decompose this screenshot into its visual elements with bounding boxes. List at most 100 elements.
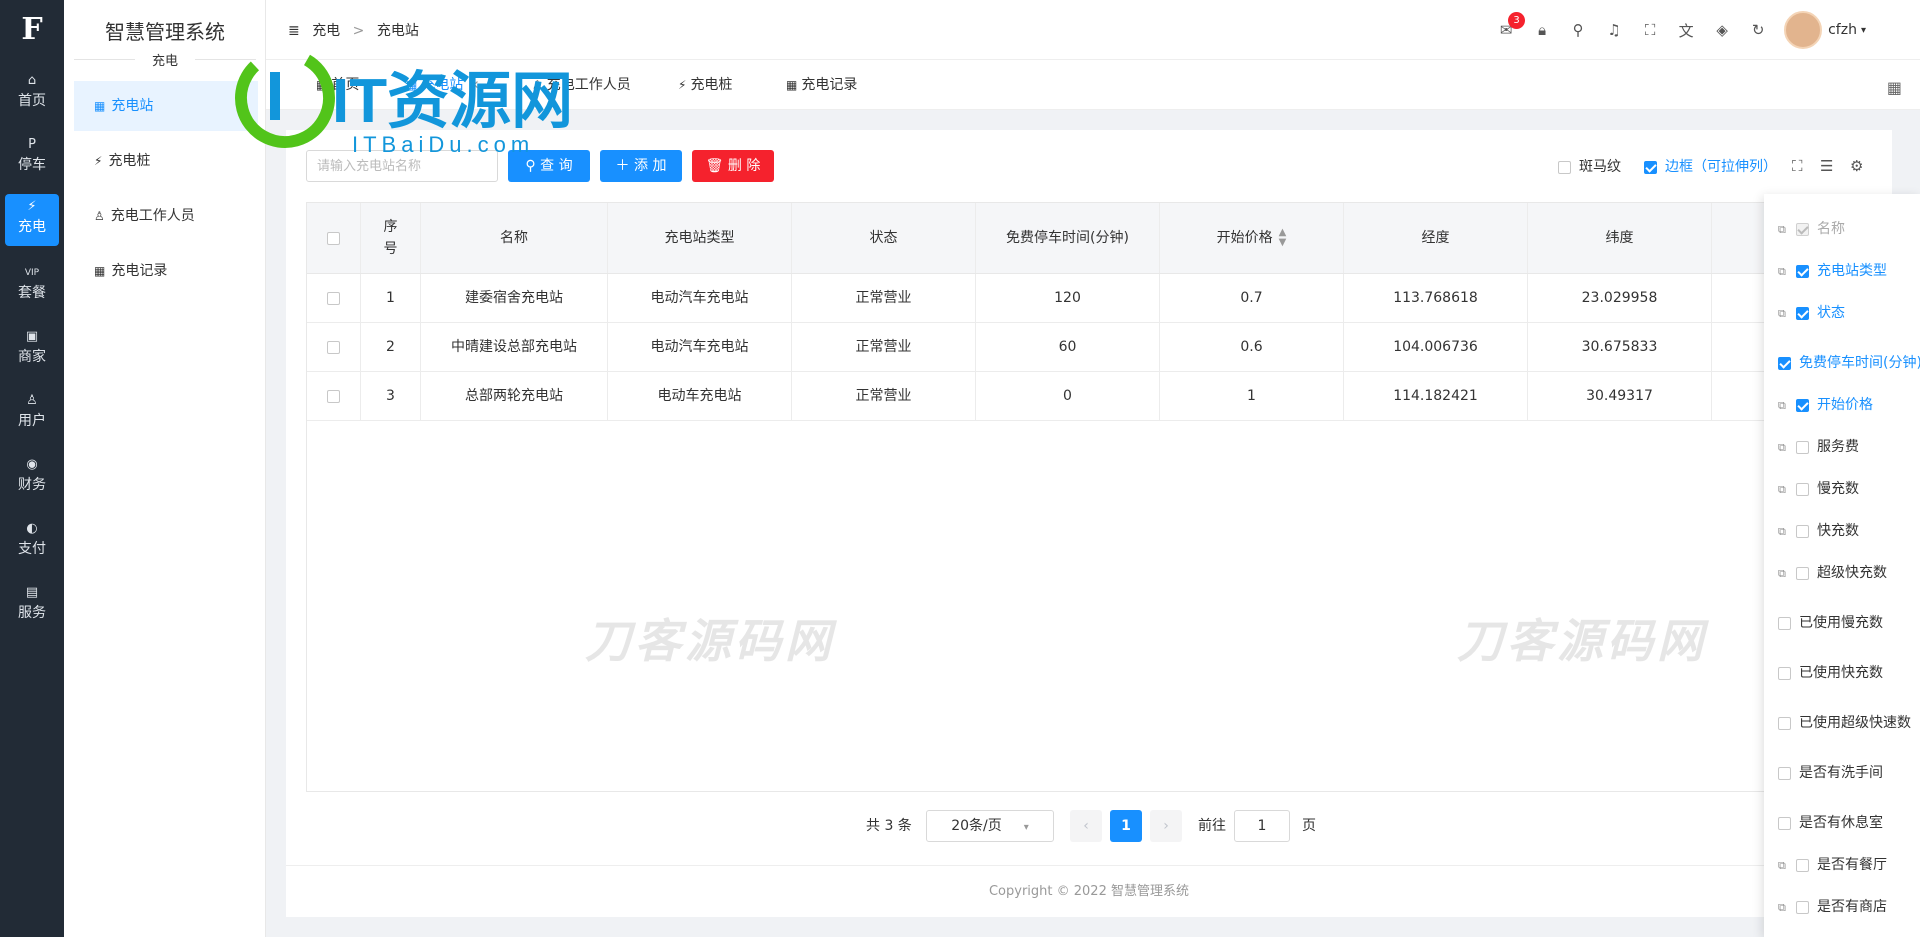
select-all-checkbox[interactable] — [327, 231, 340, 245]
delete-button[interactable]: 🗑︎ 删 除 — [692, 150, 774, 182]
column-option[interactable]: ⧉ 服务费 — [1778, 436, 1859, 456]
chevron-down-icon[interactable]: ▾ — [1861, 25, 1866, 36]
drag-handle-icon[interactable]: ⧉ — [1778, 901, 1790, 915]
column-checkbox[interactable] — [1796, 482, 1809, 496]
page-size-select[interactable]: 20条/页 ▾ — [926, 810, 1054, 842]
fullscreen-table-icon[interactable]: ⛶ — [1792, 157, 1803, 175]
column-option[interactable]: 已使用超级快速数 — [1778, 712, 1911, 732]
rail-item-package[interactable]: VIP 套餐 — [5, 260, 59, 312]
tab-pile[interactable]: ⚡ 充电桩 — [678, 60, 732, 110]
column-checkbox[interactable] — [1778, 716, 1791, 730]
fullscreen-icon[interactable]: ⛶ — [1632, 21, 1668, 39]
lock-icon[interactable]: 🔒︎ — [1524, 21, 1560, 39]
rail-item-finance[interactable]: ◉ 财务 — [5, 452, 59, 504]
column-checkbox[interactable] — [1796, 398, 1809, 412]
tab-record[interactable]: ▦ 充电记录 — [786, 60, 857, 110]
rail-item-user[interactable]: ♙ 用户 — [5, 388, 59, 440]
column-checkbox[interactable] — [1778, 766, 1791, 780]
column-checkbox[interactable] — [1796, 858, 1809, 872]
column-option[interactable]: ⧉ 快充数 — [1778, 520, 1859, 540]
density-icon[interactable]: ☰ — [1820, 157, 1833, 175]
column-settings-icon[interactable]: ⚙ — [1850, 157, 1863, 175]
grid-menu-icon[interactable]: ▦ — [1887, 78, 1902, 97]
column-checkbox[interactable] — [1796, 264, 1809, 278]
table-row[interactable]: 3 总部两轮充电站 电动车充电站 正常营业 0 1 114.182421 30.… — [307, 372, 1875, 421]
border-checkbox[interactable] — [1644, 160, 1657, 174]
drag-handle-icon[interactable]: ⧉ — [1778, 399, 1790, 413]
tab-station[interactable]: ▦ 充电站 ✕ — [406, 60, 479, 110]
bell-icon[interactable]: ♫ — [1596, 21, 1632, 39]
rail-item-parking[interactable]: P 停车 — [5, 132, 59, 184]
border-toggle[interactable]: 边框（可拉伸列） — [1644, 156, 1777, 176]
sidebar-item-station[interactable]: ▦ 充电站 — [74, 81, 258, 131]
column-checkbox[interactable] — [1796, 306, 1809, 320]
column-option[interactable]: 是否有休息室 — [1778, 812, 1883, 832]
breadcrumb-item-charging[interactable]: 充电 — [312, 23, 340, 39]
page-number-current[interactable]: 1 — [1110, 810, 1142, 842]
column-checkbox[interactable] — [1778, 356, 1791, 370]
drag-handle-icon[interactable]: ⧉ — [1778, 441, 1790, 455]
refresh-icon[interactable]: ↻ — [1740, 21, 1776, 39]
message-icon[interactable]: ✉ 3 — [1488, 12, 1526, 39]
prev-page-button[interactable]: ‹ — [1070, 810, 1102, 842]
column-option[interactable]: 是否有洗手间 — [1778, 762, 1883, 782]
column-option[interactable]: ⧉ 名称 — [1778, 218, 1845, 238]
column-option[interactable]: ⧉ 是否有商店 — [1778, 896, 1887, 916]
table-row[interactable]: 2 中晴建设总部充电站 电动汽车充电站 正常营业 60 0.6 104.0067… — [307, 323, 1875, 372]
row-checkbox[interactable] — [327, 389, 340, 403]
table-row[interactable]: 1 建委宿舍充电站 电动汽车充电站 正常营业 120 0.7 113.76861… — [307, 274, 1875, 323]
drag-handle-icon[interactable]: ⧉ — [1778, 265, 1790, 279]
column-option[interactable]: 已使用快充数 — [1778, 662, 1883, 682]
header-start-price[interactable]: 开始价格 ▲ ▼ — [1160, 203, 1344, 273]
username[interactable]: cfzh — [1828, 22, 1857, 38]
sort-icon[interactable]: ▲ ▼ — [1279, 228, 1287, 248]
sidebar-item-staff[interactable]: ♙ 充电工作人员 — [74, 191, 258, 241]
column-checkbox[interactable] — [1796, 440, 1809, 454]
rail-item-pay[interactable]: ◐ 支付 — [5, 516, 59, 568]
stripe-checkbox[interactable] — [1558, 160, 1571, 174]
rail-item-home[interactable]: ⌂ 首页 — [5, 68, 59, 120]
translate-icon[interactable]: 文 — [1668, 20, 1704, 41]
column-checkbox[interactable] — [1778, 666, 1791, 680]
drag-handle-icon[interactable]: ⧉ — [1778, 223, 1790, 237]
column-option[interactable]: ⧉ 开始价格 — [1778, 394, 1873, 414]
column-settings-panel: ⧉ 名称 ⧉ 充电站类型 ⧉ 状态 免费停车时间(分钟) ⧉ 开始价格 ⧉ 服务费 ⧉ 慢充… — [1764, 194, 1920, 937]
column-option[interactable]: 已使用慢充数 — [1778, 612, 1883, 632]
stripe-toggle[interactable]: 斑马纹 — [1558, 156, 1621, 176]
column-option[interactable]: 免费停车时间(分钟) — [1778, 352, 1920, 372]
drag-handle-icon[interactable]: ⧉ — [1778, 567, 1790, 581]
row-checkbox[interactable] — [327, 291, 340, 305]
drag-handle-icon[interactable]: ⧉ — [1778, 525, 1790, 539]
add-button[interactable]: ＋ 添 加 — [600, 150, 682, 182]
column-option[interactable]: ⧉ 超级快充数 — [1778, 562, 1887, 582]
query-button[interactable]: ⚲ 查 询 — [508, 150, 590, 182]
rail-item-charging[interactable]: ⚡ 充电 — [5, 194, 59, 246]
column-checkbox[interactable] — [1796, 566, 1809, 580]
close-icon[interactable]: ✕ — [469, 78, 479, 92]
row-checkbox[interactable] — [327, 340, 340, 354]
column-option[interactable]: ⧉ 慢充数 — [1778, 478, 1859, 498]
column-checkbox[interactable] — [1796, 900, 1809, 914]
search-icon[interactable]: ⚲ — [1560, 21, 1596, 39]
rail-item-service[interactable]: ▤ 服务 — [5, 580, 59, 632]
avatar[interactable] — [1784, 11, 1823, 49]
column-option[interactable]: ⧉ 状态 — [1778, 302, 1845, 322]
drag-handle-icon[interactable]: ⧉ — [1778, 483, 1790, 497]
tab-staff[interactable]: ♙ 充电工作人员 — [532, 60, 631, 110]
search-input[interactable] — [306, 150, 498, 182]
drag-handle-icon[interactable]: ⧉ — [1778, 859, 1790, 873]
theme-icon[interactable]: ◈ — [1704, 21, 1740, 39]
rail-item-merchant[interactable]: ▣ 商家 — [5, 324, 59, 376]
drag-handle-icon[interactable]: ⧉ — [1778, 307, 1790, 321]
sidebar-item-record[interactable]: ▦ 充电记录 — [74, 246, 258, 296]
sidebar-item-pile[interactable]: ⚡ 充电桩 — [74, 136, 258, 186]
collapse-icon[interactable]: ≣ — [288, 23, 300, 39]
column-option[interactable]: ⧉ 充电站类型 — [1778, 260, 1887, 280]
column-option[interactable]: ⧉ 是否有餐厅 — [1778, 854, 1887, 874]
goto-page-input[interactable]: 1 — [1234, 810, 1290, 842]
next-page-button[interactable]: › — [1150, 810, 1182, 842]
column-checkbox[interactable] — [1778, 816, 1791, 830]
column-checkbox[interactable] — [1796, 524, 1809, 538]
tab-home[interactable]: ▦ 首页 — [316, 60, 359, 110]
column-checkbox[interactable] — [1778, 616, 1791, 630]
